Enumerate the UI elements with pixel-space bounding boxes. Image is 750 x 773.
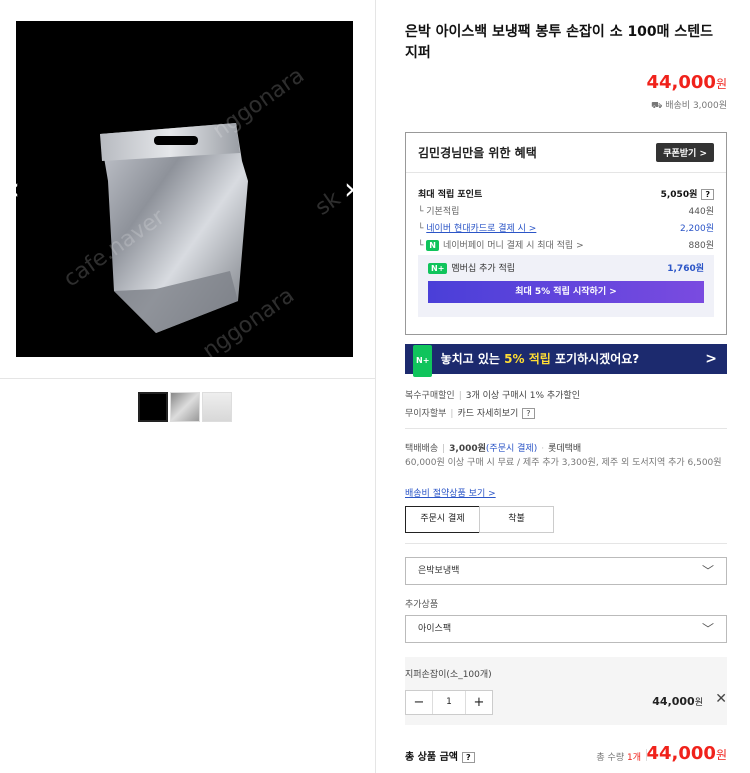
tree-branch-icon: └ xyxy=(418,241,427,251)
delivery-label: 택배배송 xyxy=(405,444,439,454)
plus-icon: + xyxy=(473,695,485,710)
quantity-value[interactable]: 1 xyxy=(432,691,466,714)
delivery-line: 택배배송 | 3,000원(주문시 결제) · 롯데택배 xyxy=(405,444,582,454)
total-label-text: 총 상품 금액 xyxy=(405,752,458,763)
delivery-carrier: 롯데택배 xyxy=(548,444,582,454)
membership-start-button[interactable]: 최대 5% 적립 시작하기 > xyxy=(428,281,704,303)
points-row-label: 기본적립 xyxy=(426,207,460,217)
thumbnail-1[interactable] xyxy=(138,392,168,422)
product-gallery: cafe.naver nggonara nggonara sk ‹ › xyxy=(0,0,375,773)
thumbnail-list xyxy=(138,392,232,422)
truck-icon: ⛟ xyxy=(651,101,666,111)
delivery-fee: 3,000원 xyxy=(449,444,486,454)
divider xyxy=(0,378,375,379)
addon-label: 추가상품 xyxy=(405,600,439,610)
addon-select-value: 아이스팩 xyxy=(418,624,452,634)
product-title: 은박 아이스백 보냉팩 봉투 손잡이 소 100매 스텐드 지퍼 xyxy=(405,24,714,61)
next-image-button[interactable]: › xyxy=(340,170,360,210)
points-row-value: 440원 xyxy=(688,207,714,217)
points-row: └ 네이버 현대카드로 결제 시 > 2,200원 xyxy=(418,221,714,234)
selected-option-price: 44,000원 xyxy=(652,695,703,708)
help-button[interactable]: ? xyxy=(522,408,535,419)
membership-value: 1,760원 xyxy=(667,264,704,274)
total-price: 44,000원 xyxy=(646,743,727,764)
membership-box: N+ 멤버십 추가 적립 1,760원 최대 5% 적립 시작하기 > xyxy=(418,255,714,317)
chevron-left-icon: ‹ xyxy=(8,172,20,207)
max-points-value: 5,050원 xyxy=(660,190,698,200)
chevron-down-icon: ﹀ xyxy=(701,564,714,578)
chevron-down-icon: ﹀ xyxy=(701,622,714,636)
delivery-note: 60,000원 이상 구매 시 무료 / 제주 추가 3,300원, 제주 외 … xyxy=(405,458,722,468)
membership-label: 멤버십 추가 적립 xyxy=(451,264,516,274)
total-quantity-value: 1개 xyxy=(626,753,641,763)
nplus-icon: N+ xyxy=(428,263,448,274)
thumbnail-2[interactable] xyxy=(170,392,200,422)
banner-highlight: 5% 적립 xyxy=(504,352,551,366)
help-button[interactable]: ? xyxy=(701,189,714,200)
banner-text: 놓치고 있는 xyxy=(440,352,500,366)
installment-label: 무이자할부 xyxy=(405,409,447,419)
delivery-fee-note: (주문시 결제) xyxy=(485,444,538,454)
selected-option-box: 지퍼손잡이(소_100개) − 1 + 44,000원 ✕ xyxy=(405,657,727,725)
cash-on-delivery-button[interactable]: 착불 xyxy=(479,506,554,533)
ice-bag-illustration xyxy=(100,123,248,333)
banner-text: 포기하시겠어요? xyxy=(555,352,640,366)
total-quantity-label: 총 수량 xyxy=(596,753,625,763)
prev-image-button[interactable]: ‹ xyxy=(4,170,24,210)
option-select[interactable]: 은박보냉백 ﹀ xyxy=(405,557,727,585)
option-select-value: 은박보냉백 xyxy=(418,566,460,576)
benefit-box: 김민경님만을 위한 혜택 쿠폰받기 > 최대 적립 포인트 5,050원? └ … xyxy=(405,132,727,335)
total-quantity: 총 수량 1개 xyxy=(596,750,641,763)
hyundai-card-link[interactable]: 네이버 현대카드로 결제 시 > xyxy=(426,224,536,234)
bulk-discount-label: 복수구매할인 xyxy=(405,391,455,401)
shipping-save-link[interactable]: 배송비 절약상품 보기 > xyxy=(405,489,496,499)
shipping-summary-text: 배송비 3,000원 xyxy=(665,101,727,111)
product-price: 44,000원 xyxy=(646,72,727,93)
max-points-label: 최대 적립 포인트 xyxy=(418,190,483,200)
price-unit: 원 xyxy=(715,748,727,762)
price-unit: 원 xyxy=(715,77,727,91)
selected-option-name: 지퍼손잡이(소_100개) xyxy=(405,670,492,680)
thumbnail-3[interactable] xyxy=(202,392,232,422)
divider xyxy=(405,428,727,429)
quantity-stepper: − 1 + xyxy=(405,690,493,715)
minus-icon: − xyxy=(413,695,425,710)
points-row: └ 기본적립 440원 xyxy=(418,204,714,217)
price-unit: 원 xyxy=(694,698,703,708)
total-price-value: 44,000 xyxy=(646,743,716,764)
column-divider xyxy=(375,0,376,773)
addon-select[interactable]: 아이스팩 ﹀ xyxy=(405,615,727,643)
points-row-value: 2,200원 xyxy=(679,224,714,234)
selected-option-price-value: 44,000 xyxy=(652,695,695,708)
installment-line: 무이자할부 | 카드 자세히보기? xyxy=(405,406,535,419)
npay-money-link[interactable]: 네이버페이 머니 결제 시 최대 적립 > xyxy=(443,241,584,251)
chevron-right-icon: > xyxy=(705,351,717,367)
price-value: 44,000 xyxy=(646,72,716,93)
membership-banner[interactable]: N+ 놓치고 있는 5% 적립 포기하시겠어요? > xyxy=(405,344,727,377)
total-label: 총 상품 금액? xyxy=(405,748,475,763)
divider xyxy=(405,543,727,544)
benefit-heading: 김민경님만을 위한 혜택 쿠폰받기 > xyxy=(406,133,726,173)
remove-option-button[interactable]: ✕ xyxy=(715,691,727,707)
bulk-discount-value: 3개 이상 구매시 1% 추가할인 xyxy=(465,391,580,401)
decrease-button[interactable]: − xyxy=(406,691,432,714)
shipping-summary: ⛟ 배송비 3,000원 xyxy=(651,98,727,112)
benefit-heading-text: 김민경님만을 위한 혜택 xyxy=(418,146,537,160)
increase-button[interactable]: + xyxy=(466,691,492,714)
bulk-discount-line: 복수구매할인 | 3개 이상 구매시 1% 추가할인 xyxy=(405,391,580,401)
help-button[interactable]: ? xyxy=(461,752,475,763)
pay-on-order-button[interactable]: 주문시 결제 xyxy=(405,506,480,533)
close-icon: ✕ xyxy=(715,691,727,707)
points-row-value: 880원 xyxy=(688,241,714,251)
max-points-row: 최대 적립 포인트 5,050원? xyxy=(418,187,714,200)
main-product-image[interactable]: cafe.naver nggonara nggonara sk xyxy=(16,21,353,357)
card-detail-link[interactable]: 카드 자세히보기 xyxy=(457,409,518,419)
npay-icon: N xyxy=(426,240,439,251)
nplus-icon: N+ xyxy=(413,345,433,377)
chevron-right-icon: › xyxy=(344,172,356,207)
coupon-button[interactable]: 쿠폰받기 > xyxy=(656,143,714,162)
points-row: └ N 네이버페이 머니 결제 시 최대 적립 > 880원 xyxy=(418,238,714,251)
